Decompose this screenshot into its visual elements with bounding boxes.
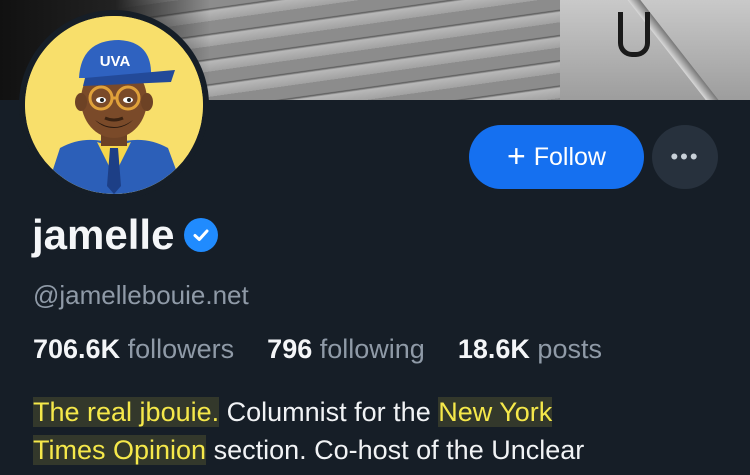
posts-label: posts (537, 334, 602, 364)
banner-hook (618, 12, 650, 57)
bio-text: section. Co-host of the Unclear (206, 435, 585, 465)
bio-line-1: The real jbouie. Columnist for the New Y… (33, 393, 723, 431)
profile-bio: The real jbouie. Columnist for the New Y… (33, 393, 723, 469)
ellipsis-icon: ••• (670, 144, 700, 169)
follow-button-label: Follow (533, 142, 606, 171)
display-name-text: jamelle (32, 211, 175, 258)
display-name: jamelle (32, 211, 219, 259)
bio-highlight: The real jbouie. (33, 397, 220, 427)
checkmark-glyph (193, 229, 209, 241)
followers-stat[interactable]: 706.6K followers (33, 334, 242, 364)
avatar[interactable]: UVA (25, 16, 203, 194)
banner-wall (560, 0, 750, 100)
posts-stat: 18.6K posts (458, 334, 602, 364)
follow-button[interactable]: + Follow (469, 125, 644, 189)
profile-stats: 706.6K followers 796 following 18.6K pos… (33, 334, 602, 365)
plus-icon: + (507, 137, 526, 174)
bio-highlight: Times Opinion (33, 435, 207, 465)
bio-text: Columnist for the (219, 397, 439, 427)
bio-line-2: Times Opinion section. Co-host of the Un… (33, 431, 723, 469)
followers-count: 706.6K (33, 334, 121, 364)
followers-label: followers (127, 334, 235, 364)
posts-count: 18.6K (457, 334, 530, 364)
avatar-illustration: UVA (25, 16, 203, 194)
profile-handle: @jamellebouie.net (33, 280, 249, 310)
following-count: 796 (267, 334, 313, 364)
verified-check-icon[interactable] (184, 218, 219, 252)
avatar-cap-text: UVA (100, 53, 131, 70)
following-stat[interactable]: 796 following (267, 334, 432, 364)
more-options-button[interactable]: ••• (652, 125, 718, 189)
following-label: following (319, 334, 425, 364)
bio-highlight: New York (438, 397, 553, 427)
